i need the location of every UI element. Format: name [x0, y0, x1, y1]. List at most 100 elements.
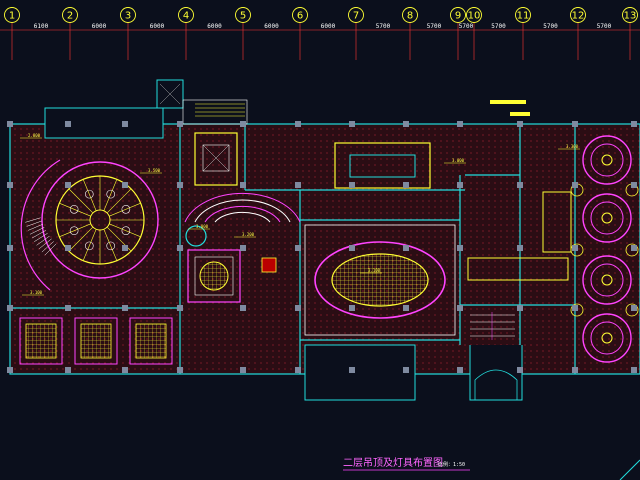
axis-label: 11	[517, 11, 530, 22]
floor-plan-drawing: 1 2 3 4 5 6 7 8 9 10 11 12 13 6100 6000 6000 6000 6000 60…	[0, 7, 640, 480]
axis-label: 7	[353, 11, 359, 22]
structural-column	[295, 121, 301, 127]
fixture-box	[261, 257, 277, 273]
structural-column	[631, 121, 637, 127]
dimension-label: 6000	[264, 23, 279, 30]
structural-column	[457, 245, 463, 251]
structural-column	[572, 305, 578, 311]
axis-label: 13	[624, 11, 637, 22]
structural-column	[240, 182, 246, 188]
dimension-label: 5700	[427, 23, 442, 30]
structural-column	[122, 121, 128, 127]
dimension-label: 6100	[34, 23, 49, 30]
structural-column	[65, 121, 71, 127]
structural-column	[517, 245, 523, 251]
structural-column	[7, 121, 13, 127]
grid-ceiling-panels	[19, 317, 173, 365]
drawing-title: 二层吊顶及灯具布置图	[343, 457, 443, 469]
dimension-label: 6000	[321, 23, 336, 30]
ceiling-level-tag: 3.000	[196, 224, 209, 229]
ceiling-level-tag: 3.500	[148, 168, 161, 173]
structural-column	[572, 182, 578, 188]
structural-column	[517, 121, 523, 127]
structural-column	[177, 305, 183, 311]
structural-column	[295, 367, 301, 373]
structural-column	[403, 245, 409, 251]
ceiling-level-tag: 2.800	[28, 133, 41, 138]
legend-bar	[490, 100, 526, 104]
axis-label: 9	[455, 11, 461, 22]
stair-annex	[469, 345, 523, 401]
dimension-label: 5700	[543, 23, 558, 30]
structural-column	[177, 367, 183, 373]
dimension-label: 5700	[376, 23, 391, 30]
structural-column	[122, 367, 128, 373]
structural-column	[403, 182, 409, 188]
axis-label: 6	[297, 11, 303, 22]
structural-column	[572, 367, 578, 373]
structural-column	[65, 182, 71, 188]
structural-column	[7, 305, 13, 311]
structural-column	[122, 305, 128, 311]
viewport-corner	[619, 459, 640, 480]
axis-label: 10	[468, 11, 481, 22]
cad-viewport[interactable]: 1 2 3 4 5 6 7 8 9 10 11 12 13 6100 6000 6000 6000 6000 60…	[0, 0, 640, 480]
structural-column	[457, 305, 463, 311]
structural-column	[240, 367, 246, 373]
structural-column	[65, 367, 71, 373]
structural-column	[403, 367, 409, 373]
structural-column	[240, 305, 246, 311]
structural-column	[295, 305, 301, 311]
structural-column	[177, 182, 183, 188]
structural-column	[572, 245, 578, 251]
structural-column	[572, 121, 578, 127]
structural-column	[631, 305, 637, 311]
south-annex	[304, 344, 416, 401]
drawing-scale: 比例：1:50	[438, 461, 465, 468]
structural-column	[295, 245, 301, 251]
structural-column	[7, 367, 13, 373]
structural-column	[349, 121, 355, 127]
structural-column	[403, 121, 409, 127]
legend-bar	[510, 112, 530, 116]
structural-column	[177, 245, 183, 251]
structural-column	[65, 245, 71, 251]
axis-label: 12	[572, 11, 585, 22]
dimension-label: 6000	[92, 23, 107, 30]
structural-column	[65, 305, 71, 311]
structural-column	[349, 182, 355, 188]
axis-label: 3	[125, 11, 131, 22]
structural-column	[349, 245, 355, 251]
structural-column	[7, 182, 13, 188]
structural-column	[177, 121, 183, 127]
structural-column	[631, 367, 637, 373]
ceiling-level-tag: 3.100	[368, 268, 381, 273]
structural-column	[631, 182, 637, 188]
structural-column	[7, 245, 13, 251]
structural-column	[457, 121, 463, 127]
structural-column	[122, 182, 128, 188]
structural-column	[295, 182, 301, 188]
ceiling-level-tag: 3.300	[566, 144, 579, 149]
banquet-chandelier	[331, 253, 429, 307]
dimension-label: 6000	[150, 23, 165, 30]
north-annex	[44, 107, 164, 139]
structural-column	[517, 367, 523, 373]
structural-column	[240, 121, 246, 127]
axis-label: 1	[9, 11, 15, 22]
dimension-label: 5700	[597, 23, 612, 30]
structural-column	[457, 367, 463, 373]
structural-column	[517, 305, 523, 311]
dimension-label: 6000	[207, 23, 222, 30]
structural-column	[349, 367, 355, 373]
structural-column	[517, 182, 523, 188]
dimension-label: 5700	[491, 23, 506, 30]
axis-label: 2	[67, 11, 73, 22]
dimension-label: 5700	[459, 23, 474, 30]
structural-column	[240, 245, 246, 251]
structural-column	[631, 245, 637, 251]
structural-column	[349, 305, 355, 311]
structural-column	[403, 305, 409, 311]
axis-label: 5	[240, 11, 246, 22]
ceiling-level-tag: 3.000	[452, 158, 465, 163]
